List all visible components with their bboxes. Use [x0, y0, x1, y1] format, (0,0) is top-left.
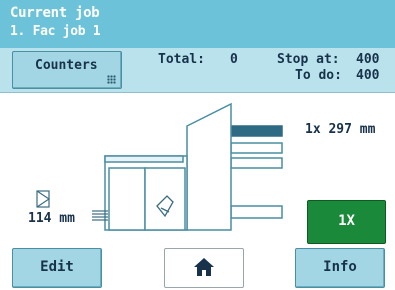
quantity-button-label: 1X — [338, 213, 355, 229]
counters-button[interactable]: Counters — [12, 51, 122, 89]
page-title: Current job — [10, 5, 100, 21]
edit-button-label: Edit — [40, 259, 74, 275]
feeder-tray-3 — [230, 157, 283, 169]
total-label: Total: — [158, 52, 205, 67]
document-stack-icon — [92, 210, 108, 221]
quantity-button[interactable]: 1X — [307, 200, 386, 244]
grid-icon — [107, 75, 116, 84]
envelope-icon — [36, 190, 50, 208]
to-do-label: To do: — [295, 68, 342, 83]
stop-at-label: Stop at: — [277, 52, 340, 67]
home-icon — [194, 258, 214, 276]
insert-length-label: 1x 297 mm — [305, 122, 376, 137]
home-button[interactable] — [164, 248, 244, 288]
envelope-module — [108, 167, 146, 231]
machine-diagram — [104, 102, 283, 231]
feeder-tray-4 — [230, 205, 283, 219]
envelope-width-label: 114 mm — [28, 211, 75, 226]
folder-tower — [186, 102, 232, 231]
counters-button-label: Counters — [35, 58, 98, 73]
feeder-tray-2 — [230, 142, 283, 154]
edit-button[interactable]: Edit — [12, 248, 102, 288]
to-do-value: 400 — [356, 68, 380, 83]
header-bar: Current job 1. Fac job 1 — [0, 0, 395, 48]
info-button[interactable]: Info — [295, 248, 385, 288]
stop-at-value: 400 — [356, 52, 380, 67]
info-button-label: Info — [323, 259, 357, 275]
counters-bar: Counters Total: 0 Stop at: 400 To do: 40… — [0, 48, 395, 93]
feeder-tray-1 — [230, 125, 283, 137]
inserter-module — [144, 167, 186, 231]
machine-ledge — [104, 155, 184, 163]
total-value: 0 — [230, 52, 238, 67]
job-name: 1. Fac job 1 — [10, 24, 101, 39]
